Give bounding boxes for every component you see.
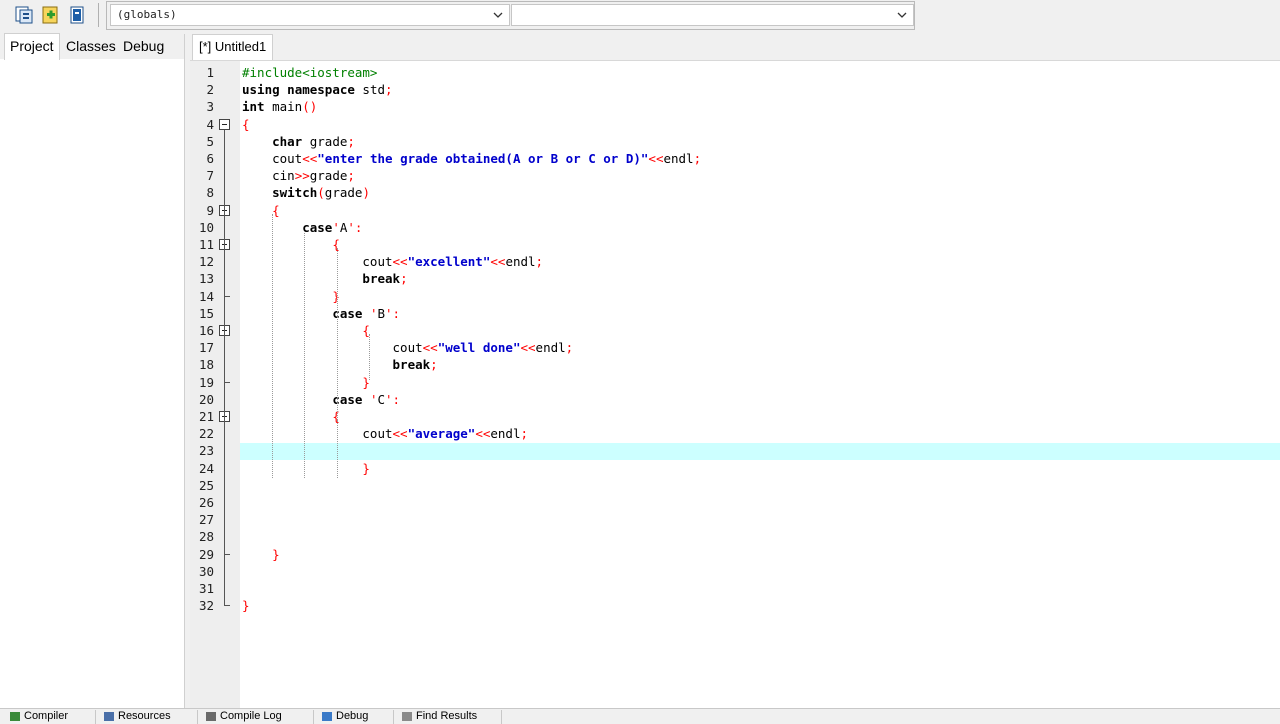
line-number: 9 [206, 202, 214, 218]
scope-combo[interactable]: (globals) [110, 4, 510, 26]
chevron-down-icon [897, 5, 907, 33]
fold-line [224, 129, 225, 606]
line-number: 5 [206, 133, 214, 149]
line-number: 3 [206, 99, 214, 115]
code-line[interactable]: { [242, 116, 250, 133]
tab-compiler[interactable]: Compiler [4, 710, 96, 724]
code-line[interactable]: cin>>grade; [242, 167, 355, 184]
code-line[interactable]: { [242, 408, 340, 425]
line-number: 29 [198, 546, 214, 562]
line-number: 2 [206, 82, 214, 98]
tab-untitled1[interactable]: [*] Untitled1 [192, 34, 274, 60]
toolbar: (globals) [0, 0, 1280, 32]
add-to-project-icon [42, 6, 58, 24]
code-line[interactable]: } [242, 546, 280, 563]
line-number: 13 [198, 271, 214, 287]
project-options-button[interactable] [13, 4, 35, 26]
code-line[interactable]: int main() [242, 98, 317, 115]
chevron-down-icon [493, 5, 503, 33]
tab-debug[interactable]: Debug [118, 34, 169, 59]
left-panel-tabs: Project Classes Debug [0, 33, 184, 60]
code-line[interactable]: char grade; [242, 133, 355, 150]
line-number: 12 [198, 254, 214, 270]
fold-toggle[interactable] [219, 118, 230, 130]
line-number: 7 [206, 168, 214, 184]
code-line[interactable]: { [242, 202, 280, 219]
code-line[interactable]: break; [242, 270, 407, 287]
code-line[interactable]: switch(grade) [242, 184, 370, 201]
code-line[interactable]: #include<iostream> [242, 64, 377, 81]
indent-guide [272, 214, 273, 478]
tab-resources[interactable]: Resources [98, 710, 198, 724]
line-number: 20 [198, 391, 214, 407]
add-to-project-button[interactable] [40, 4, 62, 26]
line-number: 22 [198, 426, 214, 442]
tab-resources-label: Resources [118, 710, 171, 722]
line-number: 31 [198, 581, 214, 596]
line-number: 26 [198, 495, 214, 510]
line-number: 10 [198, 219, 214, 235]
code-line[interactable]: cout<<"average"<<endl; [242, 425, 528, 442]
code-line[interactable]: } [242, 460, 370, 477]
line-number: 1 [206, 65, 214, 80]
line-number: 18 [198, 357, 214, 373]
tab-compiler-label: Compiler [24, 710, 69, 722]
code-editor[interactable]: 1 2 3 4 5 6 7 8 9 10 11 12 13 14 15 16 17 18 19 20 21 22 23 24 2… [190, 60, 1280, 709]
indent-guide [337, 248, 338, 294]
current-line-highlight [240, 443, 1280, 460]
code-line[interactable]: } [242, 374, 370, 391]
code-line[interactable]: cout<<"enter the grade obtained(A or B o… [242, 150, 701, 167]
indent-guide [337, 420, 338, 478]
line-number: 11 [198, 237, 214, 252]
tab-project[interactable]: Project [4, 33, 60, 60]
member-combo[interactable] [511, 4, 914, 26]
tab-compile-log[interactable]: Compile Log [200, 710, 314, 724]
code-line[interactable]: { [242, 322, 370, 339]
line-number: 24 [198, 460, 214, 476]
line-number: 32 [198, 598, 214, 614]
line-number: 19 [198, 374, 214, 390]
code-line[interactable]: using namespace std; [242, 81, 393, 98]
code-line[interactable]: case 'C': [242, 391, 400, 408]
scope-combo-value: (globals) [117, 8, 177, 21]
project-panel [0, 34, 185, 708]
project-options-icon [15, 6, 33, 24]
code-line[interactable]: cout<<"excellent"<<endl; [242, 253, 543, 270]
fold-end-marker [224, 605, 230, 607]
line-number: 14 [198, 288, 214, 304]
tab-find-results[interactable]: Find Results [396, 710, 502, 724]
line-number: 16 [198, 323, 214, 338]
tab-classes[interactable]: Classes [61, 34, 121, 59]
line-number: 17 [198, 340, 214, 356]
line-number: 6 [206, 151, 214, 166]
line-number: 8 [206, 185, 214, 201]
code-line[interactable]: } [242, 288, 340, 305]
tab-find-results-label: Find Results [416, 710, 478, 722]
code-line[interactable]: cout<<"well done"<<endl; [242, 339, 574, 356]
line-number: 25 [198, 477, 214, 493]
remove-from-project-icon [70, 6, 84, 24]
line-number: 23 [198, 443, 214, 459]
line-number: 30 [198, 563, 214, 579]
line-number: 21 [198, 409, 214, 424]
tab-debug-bottom[interactable]: Debug [316, 710, 394, 724]
remove-from-project-button[interactable] [66, 4, 88, 26]
code-line[interactable]: case 'B': [242, 305, 400, 322]
tab-debug-bottom-label: Debug [336, 710, 369, 722]
bottom-panel-tabs: Compiler Resources Compile Log Debug Fin… [0, 708, 1280, 724]
line-number: 4 [206, 116, 214, 132]
toolbar-divider [98, 3, 99, 27]
line-number: 27 [198, 512, 214, 528]
editor-tabs: [*] Untitled1 [190, 34, 1280, 60]
code-line[interactable]: case'A': [242, 219, 362, 236]
indent-guide [304, 231, 305, 478]
code-line[interactable]: { [242, 236, 340, 253]
tab-compile-log-label: Compile Log [220, 710, 282, 722]
line-number: 28 [198, 529, 214, 545]
indent-guide [369, 334, 370, 380]
line-number: 15 [198, 305, 214, 321]
code-line[interactable]: } [242, 597, 250, 614]
